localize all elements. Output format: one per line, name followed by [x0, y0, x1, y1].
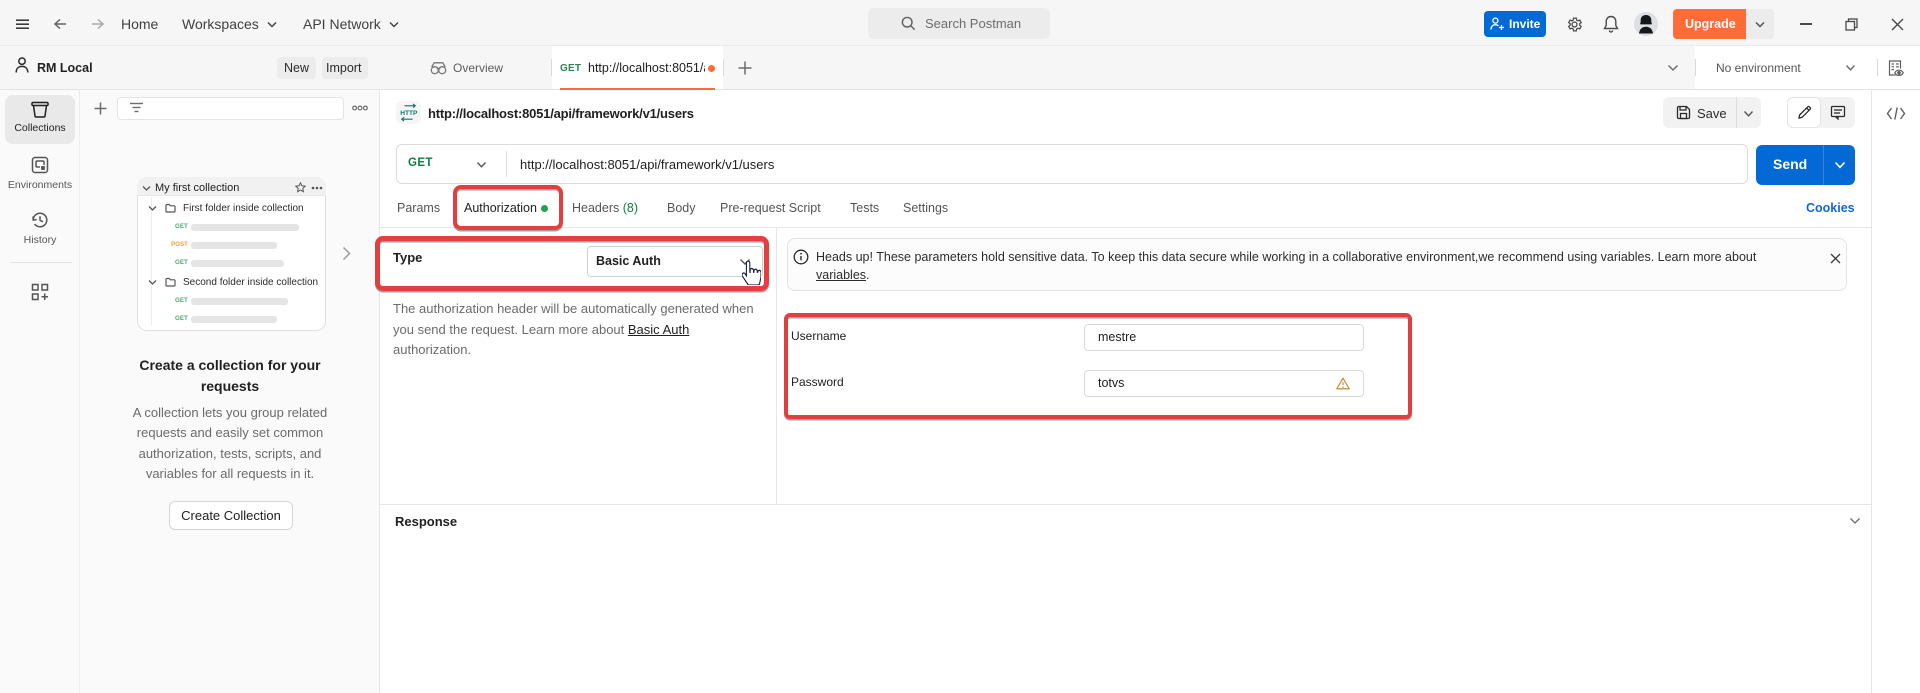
svg-text:HTTP: HTTP — [400, 110, 418, 117]
